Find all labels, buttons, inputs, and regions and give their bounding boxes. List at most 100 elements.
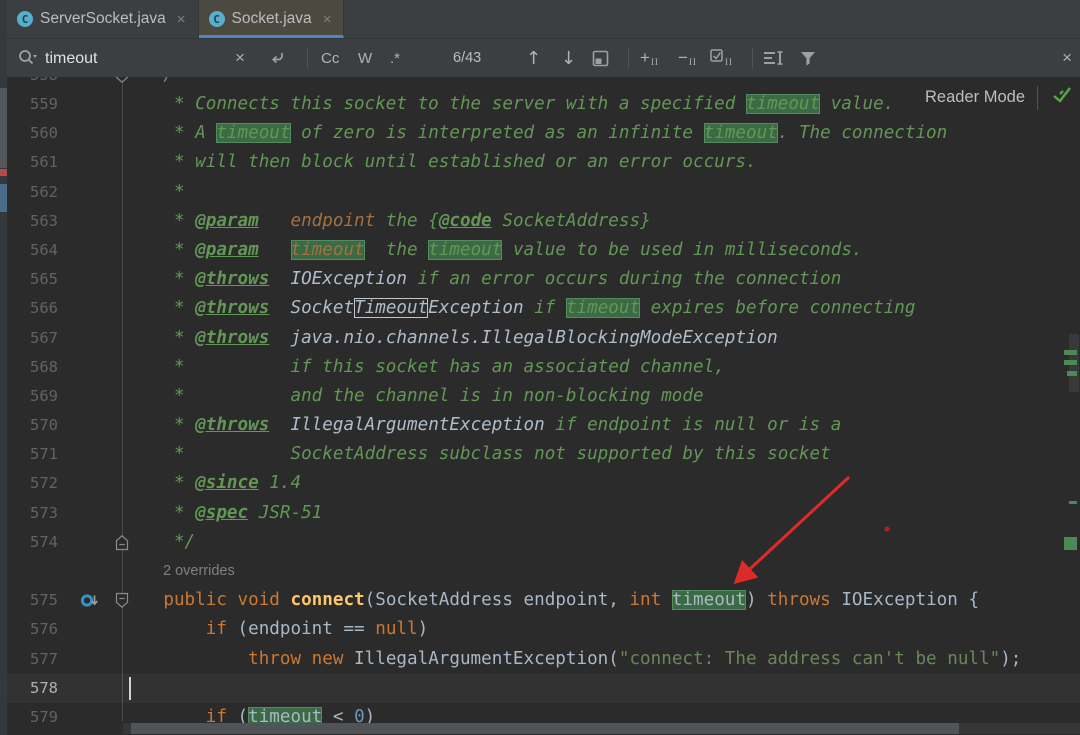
code-line-577[interactable]: 577 throw new IllegalArgumentException("… [0, 645, 1080, 674]
line-number: 562 [0, 178, 58, 207]
search-options-icon[interactable] [763, 39, 785, 77]
line-number: 575 [0, 586, 58, 615]
line-number: 573 [0, 499, 58, 528]
filter-icon[interactable] [800, 39, 816, 77]
line-number: 563 [0, 207, 58, 236]
code-text: * SocketAddress subclass not supported b… [121, 440, 831, 469]
code-editor[interactable]: 558 /**559 * Connects this socket to the… [0, 76, 1080, 735]
code-line-574[interactable]: 574 */ [0, 528, 1080, 557]
match-counter: 6/43 [453, 39, 481, 77]
line-number: 561 [0, 148, 58, 177]
line-number: 560 [0, 119, 58, 148]
next-occurrence-icon[interactable]: ↓ [561, 39, 576, 77]
search-input[interactable] [43, 39, 227, 79]
line-number: 579 [0, 703, 58, 732]
code-line-560[interactable]: 560 * A timeout of zero is interpreted a… [0, 119, 1080, 148]
reader-mode-widget: Reader Mode [925, 84, 1076, 111]
open-in-find-window-icon[interactable] [592, 39, 609, 77]
close-search-icon[interactable]: × [1062, 39, 1072, 77]
code-line-573[interactable]: 573 * @spec JSR-51 [0, 499, 1080, 528]
code-text: * @throws SocketTimeoutException if time… [121, 294, 916, 323]
line-number: 570 [0, 411, 58, 440]
line-number: 559 [0, 90, 58, 119]
code-text: * @since 1.4 [121, 469, 301, 498]
inspections-ok-icon[interactable] [1050, 84, 1074, 111]
tab-close-icon[interactable]: × [323, 11, 332, 28]
code-line-575[interactable]: 575 public void connect(SocketAddress en… [0, 586, 1080, 615]
horizontal-scrollbar[interactable] [123, 723, 1080, 734]
search-icon[interactable] [17, 39, 39, 77]
code-line-570[interactable]: 570 * @throws IllegalArgumentException i… [0, 411, 1080, 440]
left-stripe-selection-mark [0, 184, 7, 212]
code-line-578[interactable]: 578 [0, 674, 1080, 703]
text-caret [129, 677, 131, 700]
inlay-hint-row[interactable]: 2 overrides [0, 557, 1080, 586]
code-line-559[interactable]: 559 * Connects this socket to the server… [0, 90, 1080, 119]
code-text: * @throws IOException if an error occurs… [121, 265, 841, 294]
overrides-inlay-hint[interactable]: 2 overrides [163, 557, 235, 586]
code-line-561[interactable]: 561 * will then block until established … [0, 148, 1080, 177]
editor-tab-bar: C ServerSocket.java × C Socket.java × [7, 0, 1080, 38]
code-text: * @param endpoint the {@code SocketAddre… [121, 207, 651, 236]
code-line-565[interactable]: 565 * @throws IOException if an error oc… [0, 265, 1080, 294]
code-line-572[interactable]: 572 * @since 1.4 [0, 469, 1080, 498]
code-line-571[interactable]: 571 * SocketAddress subclass not support… [0, 440, 1080, 469]
remove-occurrence-icon[interactable]: −II [678, 39, 697, 77]
previous-occurrence-icon[interactable]: ↑ [526, 39, 541, 77]
line-number: 572 [0, 469, 58, 498]
line-number: 577 [0, 645, 58, 674]
code-line-569[interactable]: 569 * and the channel is in non-blocking… [0, 382, 1080, 411]
code-text: * will then block until established or a… [121, 148, 757, 177]
code-line-576[interactable]: 576 if (endpoint == null) [0, 615, 1080, 644]
code-line-566[interactable]: 566 * @throws SocketTimeoutException if … [0, 294, 1080, 323]
toolbar-separator [628, 48, 629, 68]
horizontal-scrollbar-thumb[interactable] [131, 723, 959, 734]
tab-socket-java[interactable]: C Socket.java × [199, 0, 345, 38]
code-line-563[interactable]: 563 * @param endpoint the {@code SocketA… [0, 207, 1080, 236]
stripe-match-mark[interactable] [1069, 501, 1077, 504]
clear-search-icon[interactable]: × [235, 39, 245, 77]
stripe-match-mark[interactable] [1064, 537, 1077, 550]
class-icon: C [17, 11, 33, 27]
select-all-occurrences-icon[interactable]: II [710, 39, 733, 77]
stripe-match-mark[interactable] [1067, 371, 1077, 376]
ide-window: C ServerSocket.java × C Socket.java × × … [0, 0, 1080, 735]
newline-icon[interactable] [267, 39, 287, 77]
code-text: if (endpoint == null) [121, 615, 428, 644]
widget-separator [1037, 86, 1038, 110]
class-icon: C [209, 11, 225, 27]
overridden-method-icon[interactable] [80, 592, 102, 609]
stripe-match-mark[interactable] [1064, 350, 1077, 355]
left-edge-stripe [0, 0, 7, 735]
code-text: * [121, 178, 185, 207]
line-number: 565 [0, 265, 58, 294]
line-number: 578 [0, 674, 58, 703]
line-number: 567 [0, 324, 58, 353]
toolbar-separator [752, 48, 753, 68]
regex-toggle[interactable]: .* [390, 39, 400, 77]
code-text: * if this socket has an associated chann… [121, 353, 725, 382]
code-line-567[interactable]: 567 * @throws java.nio.channels.IllegalB… [0, 324, 1080, 353]
code-text: throw new IllegalArgumentException("conn… [121, 645, 1021, 674]
code-text: * @spec JSR-51 [121, 499, 322, 528]
code-line-562[interactable]: 562 * [0, 178, 1080, 207]
add-occurrence-icon[interactable]: +II [640, 39, 659, 77]
left-stripe-thumb[interactable] [0, 88, 7, 168]
code-line-564[interactable]: 564 * @param timeout the timeout value t… [0, 236, 1080, 265]
code-text: */ [121, 528, 195, 557]
code-text: * @throws java.nio.channels.IllegalBlock… [121, 324, 778, 353]
stripe-match-mark[interactable] [1064, 360, 1077, 365]
code-line-568[interactable]: 568 * if this socket has an associated c… [0, 353, 1080, 382]
line-number: 571 [0, 440, 58, 469]
whole-words-toggle[interactable]: W [358, 39, 372, 77]
match-case-toggle[interactable]: Cc [321, 39, 339, 77]
tab-close-icon[interactable]: × [177, 11, 186, 28]
code-text: * @throws IllegalArgumentException if en… [121, 411, 841, 440]
find-toolbar: × Cc W .* 6/43 ↑ ↓ +II −II II × [7, 38, 1080, 77]
toolbar-separator [307, 48, 308, 68]
reader-mode-label[interactable]: Reader Mode [925, 88, 1025, 107]
code-text: * A timeout of zero is interpreted as an… [121, 119, 947, 148]
tab-serversocket-java[interactable]: C ServerSocket.java × [7, 0, 199, 38]
tab-label: Socket.java [232, 10, 312, 28]
line-number: 564 [0, 236, 58, 265]
